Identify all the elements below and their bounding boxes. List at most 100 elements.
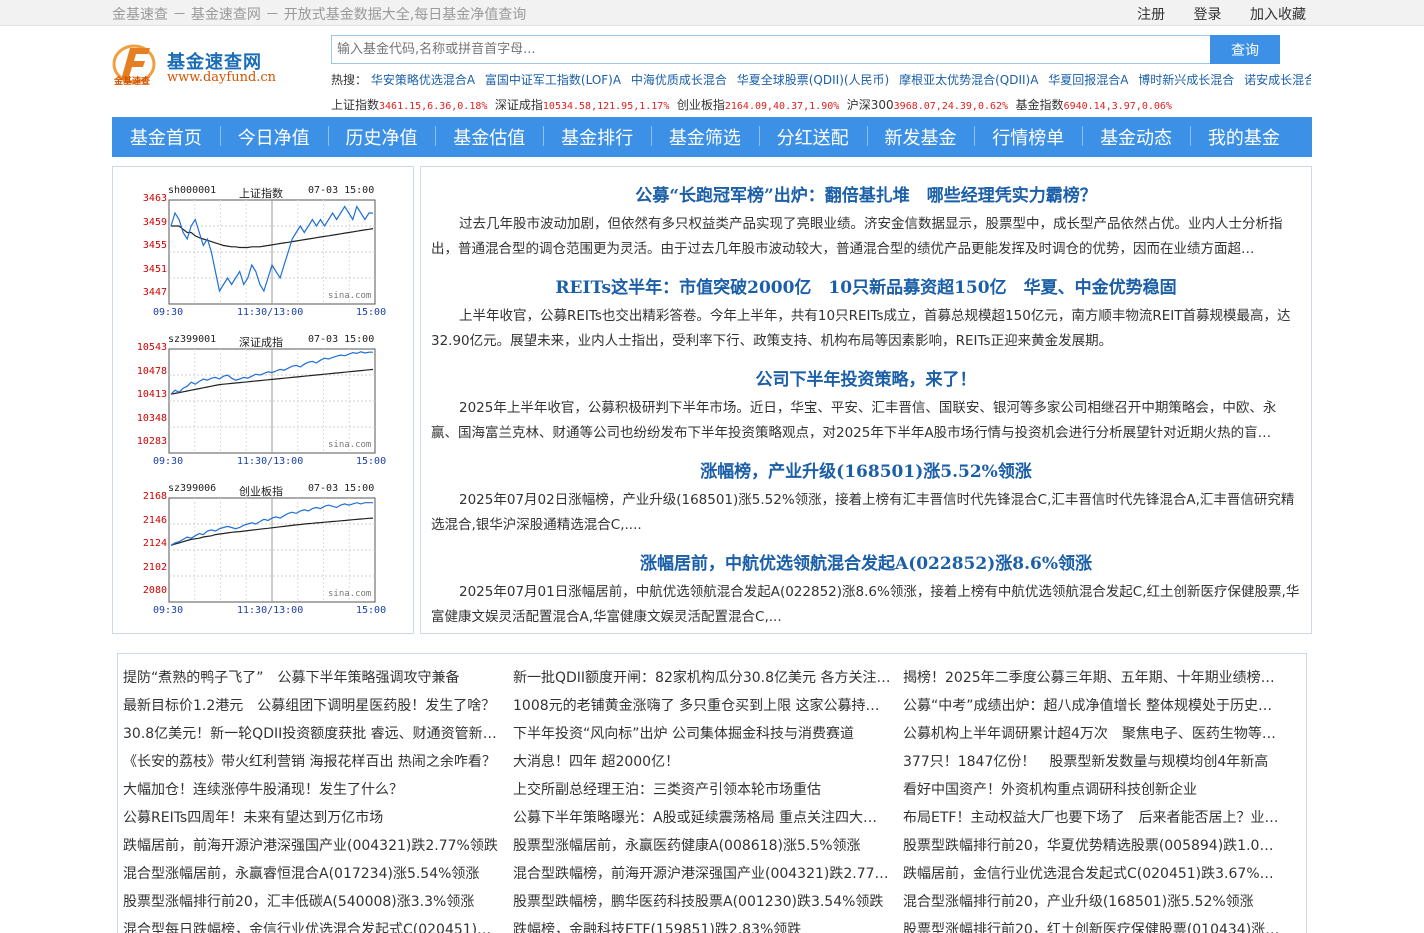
news-link[interactable]: 公募机构上半年调研累计超4万次 聚焦电子、医药生物等行业	[903, 722, 1281, 750]
nav-news[interactable]: 基金动态	[1082, 124, 1190, 150]
index-item[interactable]: 基金指数6940.14,3.97,0.06%	[1016, 98, 1172, 112]
x-tick: 09:30	[153, 605, 184, 616]
news-link[interactable]: 股票型涨幅排行前20，汇丰低碳A(540008)涨3.3%领涨	[123, 890, 501, 918]
hot-search-link[interactable]: 华夏回报混合A	[1048, 73, 1128, 87]
hot-search-link[interactable]: 富国中证军工指数(LOF)A	[485, 73, 621, 87]
nav-today-nav[interactable]: 今日净值	[219, 124, 328, 150]
hot-search-link[interactable]: 华夏全球股票(QDII)(人民币)	[737, 73, 890, 87]
x-tick: 11:30/13:00	[237, 605, 304, 616]
y-tick: 10348	[136, 413, 167, 424]
y-tick: 10413	[136, 389, 167, 400]
login-link[interactable]: 登录	[1194, 7, 1222, 23]
logo-caption: 金基速查	[114, 77, 151, 87]
news-link[interactable]: 股票型涨幅排行前20，红土创新医疗保健股票(010434)涨7.32%领涨	[903, 918, 1281, 933]
hot-search-link[interactable]: 诺安成长混合	[1244, 73, 1311, 87]
news-link[interactable]: 大消息！四年 超2000亿！	[513, 750, 891, 778]
news-link[interactable]: 跌幅居前，金信行业优选混合发起式C(020451)跌3.67%领跌	[903, 862, 1281, 890]
x-tick: 11:30/13:00	[237, 307, 304, 318]
x-tick: 11:30/13:00	[237, 456, 304, 467]
news-link[interactable]: 股票型跌幅排行前20，华夏优势精选股票(005894)跌1.05%领跌	[903, 834, 1281, 862]
index-item[interactable]: 深证成指10534.58,121.95,1.17%	[495, 98, 669, 112]
index-item[interactable]: 创业板指2164.09,40.37,1.90%	[677, 98, 839, 112]
chart-code: sz399001	[168, 334, 217, 345]
index-item[interactable]: 上证指数3461.15,6.36,0.18%	[331, 98, 487, 112]
search-button[interactable]: 查询	[1210, 35, 1280, 64]
site-logo[interactable]: 金基速查 基金速查网 www.dayfund.cn	[112, 40, 302, 92]
featured-article: 公司下半年投资策略，来了！ 2025年上半年收官，公募积极研判下半年市场。近日，…	[431, 365, 1301, 446]
article-summary: 上半年收官，公募REITs也交出精彩答卷。今年上半年，共有10只REITs成立，…	[431, 308, 1291, 349]
news-link[interactable]: 混合型每日跌幅榜，金信行业优选混合发起式C(020451)跌3.67%领跌	[123, 918, 501, 933]
hot-search-bar: 热搜： 华安策略优选混合A 富国中证军工指数(LOF)A 中海优质成长混合 华夏…	[331, 71, 1311, 89]
chart-source: sina.com	[328, 440, 372, 450]
nav-market-list[interactable]: 行情榜单	[974, 124, 1082, 150]
article-title[interactable]: 公募“长跑冠军榜”出炉：翻倍基扎堆 哪些经理凭实力霸榜？	[431, 181, 1301, 206]
x-tick: 15:00	[356, 307, 387, 318]
news-link[interactable]: 上交所副总经理王泊：三类资产引领本轮市场重估	[513, 778, 891, 806]
chart-time: 07-03 15:00	[308, 483, 375, 494]
hot-search-link[interactable]: 摩根亚太优势混合(QDII)A	[899, 73, 1038, 87]
news-link[interactable]: 公募下半年策略曝光：A股或延续震荡格局 重点关注四大方向	[513, 806, 891, 834]
nav-estimate[interactable]: 基金估值	[435, 124, 543, 150]
main-nav: 基金首页 今日净值 历史净值 基金估值 基金排行 基金筛选 分红送配 新发基金 …	[112, 117, 1312, 157]
news-link[interactable]: 混合型涨幅排行前20，产业升级(168501)涨5.52%领涨	[903, 890, 1281, 918]
nav-dividend[interactable]: 分红送配	[758, 124, 867, 150]
index-chart-panel: sh000001 上证指数 07-03 15:00 3463 3459 3455…	[112, 166, 414, 634]
nav-new-funds[interactable]: 新发基金	[866, 124, 975, 150]
news-link[interactable]: 《长安的荔枝》带火红利营销 海报花样百出 热闹之余咋看？	[123, 750, 501, 778]
news-column: 新一批QDII额度开闸：82家机构瓜分30.8亿美元 各方关注哪些方向 1008元…	[513, 666, 891, 933]
hot-search-link[interactable]: 中海优质成长混合	[631, 73, 727, 87]
news-link[interactable]: 跌幅榜，金融科技ETF(159851)跌2.83%领跌	[513, 918, 891, 933]
news-link[interactable]: 377只！1847亿份！ 股票型新发数量与规模均创4年新高	[903, 750, 1281, 778]
nav-ranking[interactable]: 基金排行	[543, 124, 651, 150]
news-link[interactable]: 股票型跌幅榜，鹏华医药科技股票A(001230)跌3.54%领跌	[513, 890, 891, 918]
news-link[interactable]: 公募REITs四周年！未来有望达到万亿市场	[123, 806, 501, 834]
hot-search-link[interactable]: 博时新兴成长混合	[1138, 73, 1234, 87]
news-link[interactable]: 1008元的老铺黄金涨嗨了 多只重仓买到上限 这家公募持股超50%	[513, 694, 891, 722]
y-tick: 10283	[136, 436, 167, 447]
article-title[interactable]: 涨幅居前，中航优选领航混合发起A(022852)涨8.6%领涨	[431, 549, 1301, 574]
nav-home[interactable]: 基金首页	[112, 124, 220, 150]
y-tick: 3447	[142, 287, 167, 298]
x-tick: 15:00	[356, 605, 387, 616]
chart-code: sz399006	[168, 483, 217, 494]
add-favorite-link[interactable]: 加入收藏	[1250, 7, 1306, 23]
news-link[interactable]: 大幅加仓！连续涨停牛股涌现！发生了什么？	[123, 778, 501, 806]
article-summary: 过去几年股市波动加剧，但依然有多只权益类产品实现了亮眼业绩。济安金信数据显示，股…	[431, 216, 1283, 257]
article-summary: 2025年07月01日涨幅居前，中航优选领航混合发起A(022852)涨8.6%…	[431, 584, 1300, 625]
news-link[interactable]: 提防“煮熟的鸭子飞了” 公募下半年策略强调攻守兼备	[123, 666, 501, 694]
fund-search-input[interactable]	[331, 35, 1211, 64]
news-link[interactable]: 30.8亿美元！新一轮QDII投资额度获批 睿远、财通资管新获额度	[123, 722, 501, 750]
nav-filter[interactable]: 基金筛选	[650, 124, 759, 150]
news-link[interactable]: 股票型涨幅居前，永赢医药健康A(008618)涨5.5%领涨	[513, 834, 891, 862]
news-link[interactable]: 最新目标价1.2港元 公募组团下调明星医药股！发生了啥？	[123, 694, 501, 722]
chart-name: 上证指数	[239, 187, 283, 200]
x-tick: 09:30	[153, 456, 184, 467]
news-link[interactable]: 混合型跌幅榜，前海开源沪港深强国产业(004321)跌2.77%领跌	[513, 862, 891, 890]
nav-history-nav[interactable]: 历史净值	[327, 124, 436, 150]
article-title[interactable]: 涨幅榜，产业升级(168501)涨5.52%领涨	[431, 457, 1301, 482]
news-link[interactable]: 新一批QDII额度开闸：82家机构瓜分30.8亿美元 各方关注哪些方向	[513, 666, 891, 694]
article-title[interactable]: REITs这半年：市值突破2000亿 10只新品募资超150亿 华夏、中金优势稳…	[431, 273, 1301, 298]
news-link[interactable]: 混合型涨幅居前，永赢睿恒混合A(017234)涨5.54%领涨	[123, 862, 501, 890]
news-link[interactable]: 下半年投资“风向标”出炉 公司集体掘金科技与消费赛道	[513, 722, 891, 750]
x-tick: 15:00	[356, 456, 387, 467]
hot-search-link[interactable]: 华安策略优选混合A	[371, 73, 475, 87]
nav-my-funds[interactable]: 我的基金	[1189, 124, 1298, 150]
index-item[interactable]: 沪深3003968.07,24.39,0.62%	[847, 98, 1008, 112]
news-link[interactable]: 揭榜！2025年二季度公募三年期、五年期、十年期业绩榜单出炉	[903, 666, 1281, 694]
x-tick: 09:30	[153, 307, 184, 318]
y-tick: 3451	[142, 264, 167, 275]
y-tick: 3455	[142, 240, 167, 251]
index-chart-cyb[interactable]: sz399006 创业板指 07-03 15:00 2168 2146 2124…	[133, 481, 403, 621]
news-link[interactable]: 跌幅居前，前海开源沪港深强国产业(004321)跌2.77%领跌	[123, 834, 501, 862]
index-ticker: 上证指数3461.15,6.36,0.18% 深证成指10534.58,121.…	[331, 96, 1321, 112]
y-tick: 2080	[142, 585, 167, 596]
news-link[interactable]: 看好中国资产！外资机构重点调研科技创新企业	[903, 778, 1281, 806]
index-chart-sh[interactable]: sh000001 上证指数 07-03 15:00 3463 3459 3455…	[133, 183, 403, 323]
index-chart-sz[interactable]: sz399001 深证成指 07-03 15:00 10543 10478 10…	[133, 332, 403, 472]
article-title[interactable]: 公司下半年投资策略，来了！	[431, 365, 1301, 390]
news-link[interactable]: 公募“中考”成绩出炉：超八成净值增长 整体规模处于历史高位	[903, 694, 1281, 722]
register-link[interactable]: 注册	[1137, 7, 1165, 23]
news-link[interactable]: 布局ETF！主动权益大厂也要下场了 后来者能否居上？业内人士这样说	[903, 806, 1281, 834]
article-summary: 2025年07月02日涨幅榜，产业升级(168501)涨5.52%领涨，接着上榜…	[431, 492, 1295, 533]
